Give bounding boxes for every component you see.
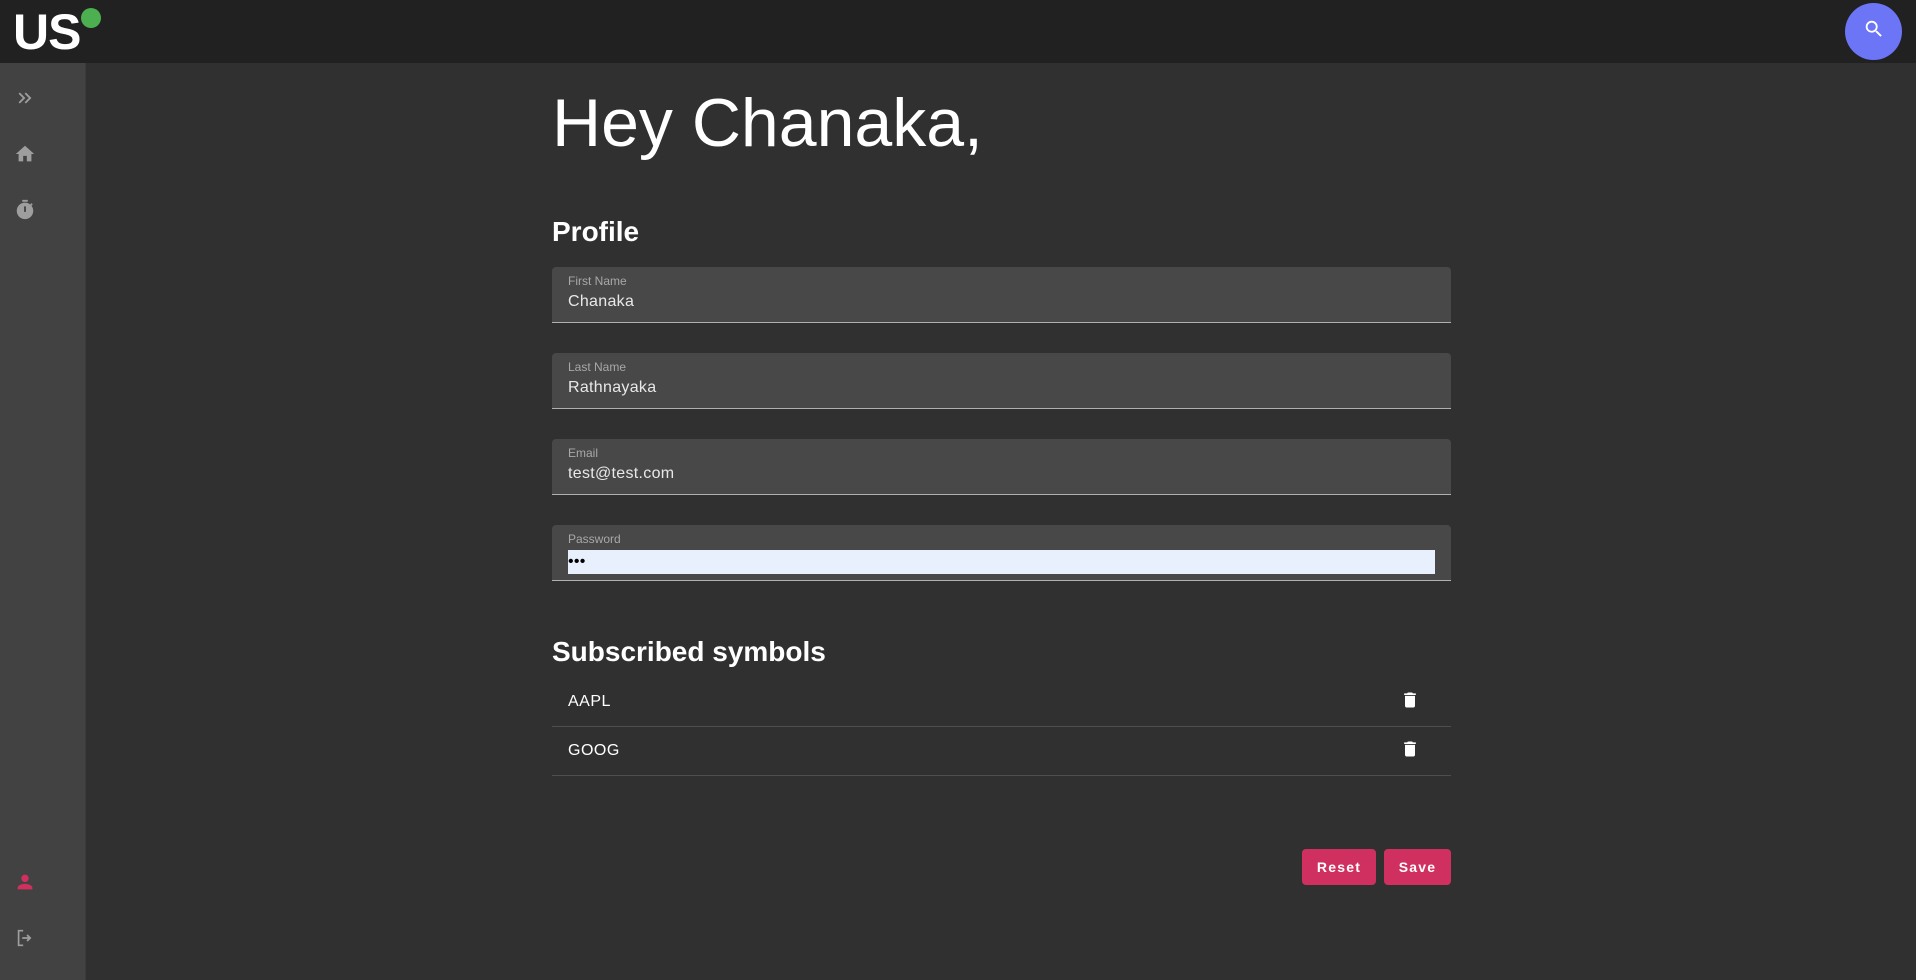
delete-symbol-button[interactable] [1398, 690, 1422, 714]
delete-symbol-button[interactable] [1398, 739, 1422, 763]
sidebar-item-home[interactable] [11, 142, 39, 170]
sidebar-item-profile[interactable] [11, 870, 39, 898]
email-label: Email [568, 446, 599, 460]
timer-icon [14, 199, 36, 226]
first-name-input[interactable] [568, 293, 1435, 311]
top-app-bar: US [0, 0, 1916, 63]
first-name-label: First Name [568, 274, 627, 288]
search-icon [1863, 18, 1885, 45]
last-name-label: Last Name [568, 360, 627, 374]
email-input[interactable] [568, 465, 1435, 483]
last-name-input[interactable] [568, 379, 1435, 397]
save-button[interactable]: Save [1384, 849, 1451, 885]
symbol-name: AAPL [568, 693, 611, 710]
trash-icon [1400, 689, 1420, 716]
password-field[interactable]: Password [552, 525, 1451, 581]
password-input[interactable] [568, 550, 1435, 574]
sidebar [0, 63, 86, 980]
search-button[interactable] [1845, 3, 1902, 60]
symbol-name: GOOG [568, 742, 620, 759]
status-indicator [81, 8, 101, 28]
password-label: Password [568, 532, 621, 546]
sidebar-item-expand[interactable] [11, 86, 39, 114]
first-name-field[interactable]: First Name [552, 267, 1451, 323]
person-icon [14, 871, 36, 898]
sidebar-item-timer[interactable] [11, 198, 39, 226]
trash-icon [1400, 738, 1420, 765]
profile-section-title: Profile [552, 216, 640, 247]
home-icon [14, 143, 36, 170]
sidebar-item-logout[interactable] [11, 926, 39, 954]
reset-button[interactable]: Reset [1302, 849, 1376, 885]
logout-icon [14, 927, 36, 954]
double-chevron-right-icon [14, 87, 36, 114]
list-item: AAPL [552, 678, 1451, 727]
app-logo: US [13, 4, 81, 60]
email-field[interactable]: Email [552, 439, 1451, 495]
symbols-section-title: Subscribed symbols [552, 636, 826, 667]
page-title: Hey Chanaka, [552, 85, 983, 161]
last-name-field[interactable]: Last Name [552, 353, 1451, 409]
list-item: GOOG [552, 727, 1451, 776]
